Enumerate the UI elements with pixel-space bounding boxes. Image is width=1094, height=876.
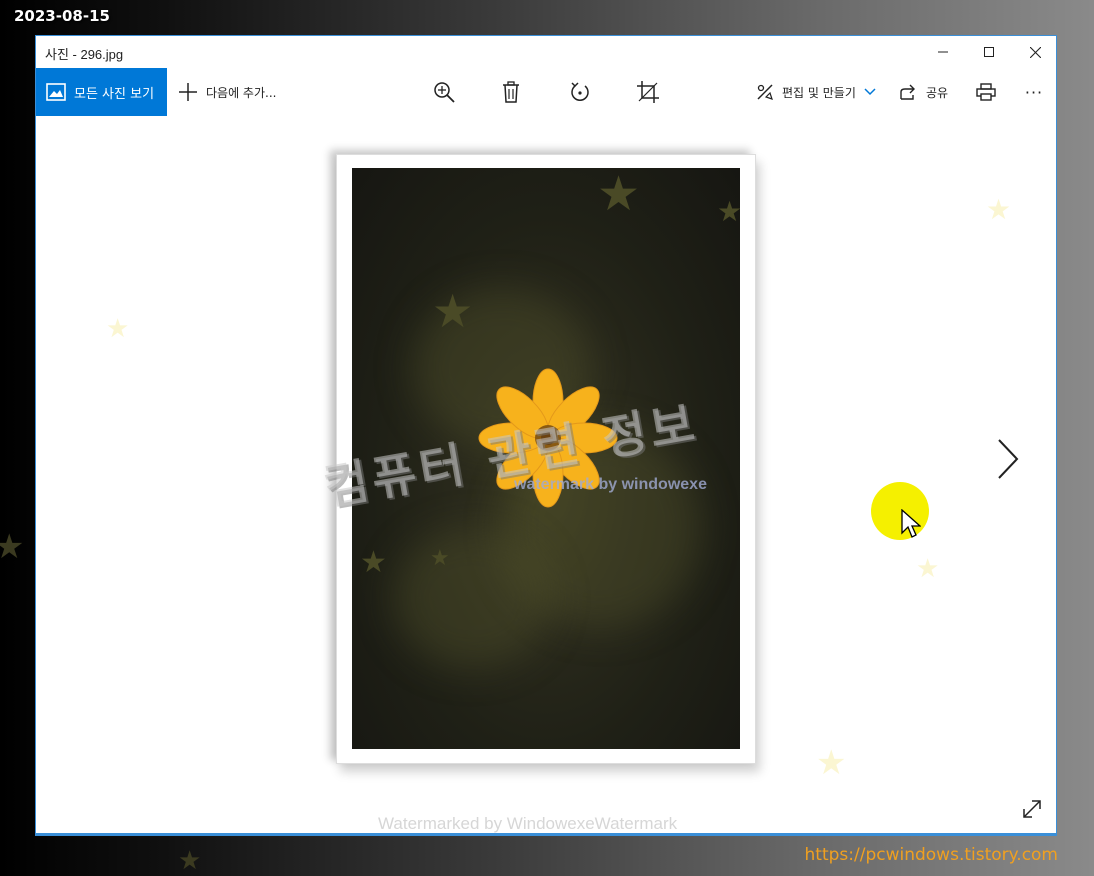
all-photos-label: 모든 사진 보기 bbox=[74, 86, 155, 102]
background-star-icon: ★ bbox=[0, 527, 25, 567]
share-icon bbox=[900, 84, 915, 100]
star-icon: ★ bbox=[432, 284, 474, 338]
mouse-cursor-icon bbox=[901, 509, 921, 538]
toolbar: 모든 사진 보기 다음에 추가... 편집 및 만들기 공유 ··· bbox=[36, 68, 1056, 116]
rotate-icon bbox=[571, 82, 589, 101]
more-button[interactable]: ··· bbox=[1014, 68, 1054, 116]
photos-icon bbox=[46, 83, 66, 101]
zoom-button[interactable] bbox=[424, 68, 464, 116]
background-star-icon: ★ bbox=[178, 846, 202, 876]
zoom-in-icon bbox=[434, 82, 455, 103]
chevron-right-icon[interactable] bbox=[991, 436, 1021, 482]
faint-star-icon: ★ bbox=[816, 743, 847, 783]
faint-star-icon: ★ bbox=[106, 314, 130, 344]
edit-icon bbox=[757, 84, 773, 100]
all-photos-button[interactable]: 모든 사진 보기 bbox=[36, 68, 167, 116]
close-button[interactable] bbox=[1012, 36, 1056, 68]
print-button[interactable] bbox=[966, 68, 1006, 116]
window-title: 사진 - 296.jpg bbox=[45, 47, 124, 62]
crop-button[interactable] bbox=[628, 68, 668, 116]
fullscreen-button[interactable] bbox=[1021, 798, 1043, 824]
minimize-button[interactable] bbox=[920, 36, 966, 68]
date-stamp: 2023-08-15 bbox=[14, 7, 110, 25]
chevron-down-icon bbox=[864, 88, 876, 96]
star-icon: ★ bbox=[430, 546, 450, 571]
edit-create-label: 편집 및 만들기 bbox=[782, 85, 856, 100]
faint-star-icon: ★ bbox=[986, 193, 1012, 226]
bottom-watermark: Watermarked by WindowexeWatermark bbox=[378, 814, 678, 833]
close-icon bbox=[1029, 46, 1041, 58]
star-icon: ★ bbox=[717, 195, 740, 228]
star-icon: ★ bbox=[360, 545, 387, 580]
star-icon: ★ bbox=[597, 168, 641, 222]
blog-url: https://pcwindows.tistory.com bbox=[804, 845, 1058, 865]
add-to-button[interactable]: 다음에 추가... bbox=[178, 68, 276, 116]
faint-star-icon: ★ bbox=[916, 554, 940, 584]
edit-create-button[interactable]: 편집 및 만들기 bbox=[756, 68, 876, 116]
delete-icon bbox=[503, 81, 519, 103]
print-icon bbox=[976, 83, 996, 101]
delete-button[interactable] bbox=[491, 68, 531, 116]
share-label: 공유 bbox=[926, 85, 949, 100]
plus-icon bbox=[178, 82, 198, 102]
more-icon: ··· bbox=[1024, 82, 1044, 102]
add-to-label: 다음에 추가... bbox=[206, 85, 277, 100]
expand-icon bbox=[1023, 800, 1041, 818]
rotate-button[interactable] bbox=[560, 68, 600, 116]
photos-app-window: 사진 - 296.jpg 모든 사진 보기 다음에 추가... 편집 및 만들기… bbox=[35, 35, 1057, 836]
crop-icon bbox=[637, 81, 659, 103]
small-watermark: watermark by windowexe bbox=[514, 476, 707, 493]
photo-viewer: ★ ★ ★ ★ ★ ★ ★ ★ ★ 컴퓨터 관련 정보 watermark by… bbox=[36, 116, 1056, 835]
minimize-icon bbox=[938, 51, 948, 53]
maximize-icon bbox=[984, 47, 994, 57]
share-button[interactable]: 공유 bbox=[900, 68, 948, 116]
title-bar: 사진 - 296.jpg bbox=[36, 36, 1056, 68]
maximize-button[interactable] bbox=[966, 36, 1012, 68]
